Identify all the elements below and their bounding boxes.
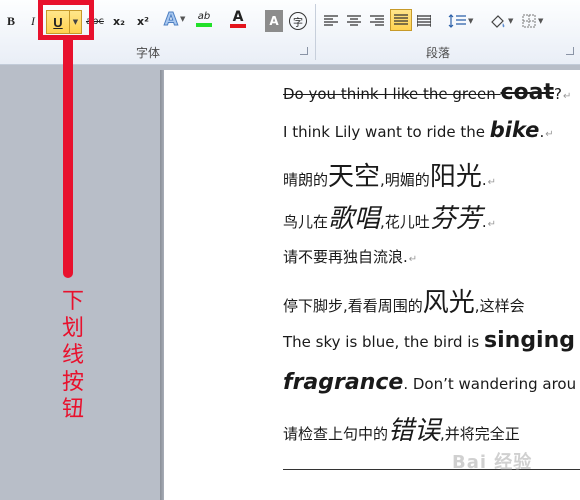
enclose-char-button[interactable]: 字 <box>288 10 308 32</box>
emphasis-word: 风光 <box>422 288 475 318</box>
font-dialog-launcher-icon[interactable] <box>300 47 308 55</box>
align-right-button[interactable] <box>368 10 386 32</box>
emphasis-word: 阳光 <box>429 162 482 192</box>
highlight-swatch <box>196 23 212 27</box>
doc-line-2[interactable]: I think Lily want to ride the bike.↵ <box>283 118 554 142</box>
doc-line-8[interactable]: fragrance. Don’t wandering arou <box>283 370 576 395</box>
text-segment: . <box>481 171 487 189</box>
font-color-icon: A <box>232 9 244 25</box>
highlight-frame <box>38 0 94 40</box>
emphasis-word: fragrance <box>283 370 404 395</box>
emphasis-word: 芬芳 <box>429 204 482 234</box>
borders-icon <box>522 14 536 28</box>
emphasis-word: coat <box>500 80 555 105</box>
doc-line-4[interactable]: 鸟儿在歌唱,花儿吐芬芳.↵ <box>283 198 496 235</box>
align-right-icon <box>370 15 384 26</box>
highlighter-icon: ab <box>197 11 211 22</box>
text-segment: . <box>481 213 487 231</box>
text-segment: ,明媚的 <box>380 171 430 189</box>
text-segment: ,花儿吐 <box>380 213 430 231</box>
paragraph-mark-icon: ↵ <box>487 177 496 188</box>
text-effects-icon: A <box>164 8 179 30</box>
paragraph-group-label: 段落 <box>426 46 451 60</box>
emphasis-word: 天空 <box>328 162 381 192</box>
font-color-swatch <box>230 24 246 28</box>
line-spacing-icon <box>448 14 466 28</box>
pointer-line <box>63 40 73 278</box>
text-segment: . <box>539 123 545 141</box>
emphasis-word: 错误 <box>388 416 441 446</box>
highlight-color-button[interactable]: ab <box>195 8 213 30</box>
font-group-label: 字体 <box>136 46 161 60</box>
emphasis-word: singing <box>484 328 576 353</box>
chevron-down-icon: ▼ <box>508 17 514 25</box>
watermark-logo: Bai 经验 <box>452 452 533 473</box>
distributed-button[interactable] <box>415 10 433 32</box>
text-segment: I think Lily want to ride the <box>283 123 490 141</box>
char-shading-button[interactable]: A <box>265 10 283 32</box>
distributed-icon <box>417 15 431 27</box>
text-segment: . Don’t wandering arou <box>403 375 577 393</box>
subscript-button[interactable]: x₂ <box>110 10 128 32</box>
emphasis-word: bike <box>489 118 540 142</box>
paragraph-mark-icon: ↵ <box>487 219 496 230</box>
paragraph-dialog-launcher-icon[interactable] <box>566 47 574 55</box>
doc-line-5[interactable]: 请不要再独自流浪.↵ <box>283 246 417 267</box>
group-divider <box>315 4 316 60</box>
font-color-button[interactable]: A <box>229 8 247 30</box>
align-center-button[interactable] <box>345 10 363 32</box>
enclose-char-icon: 字 <box>289 12 307 30</box>
paragraph-mark-icon: ↵ <box>545 129 554 140</box>
align-left-button[interactable] <box>322 10 340 32</box>
text-segment: ,这样会 <box>474 297 525 315</box>
text-segment: 晴朗的 <box>283 171 329 189</box>
paint-bucket-icon <box>491 15 505 28</box>
justify-button[interactable] <box>390 9 412 31</box>
text-segment: 鸟儿在 <box>283 213 329 231</box>
chevron-down-icon: ▼ <box>468 17 474 25</box>
doc-line-9[interactable]: 请检查上句中的错误,并将完全正 <box>283 410 520 447</box>
text-segment: ,并将完全正 <box>440 425 520 443</box>
text-segment: ? <box>554 85 562 103</box>
line-spacing-button[interactable]: ▼ <box>448 10 473 32</box>
chevron-down-icon: ▼ <box>538 17 544 25</box>
horizontal-rule <box>283 469 580 470</box>
text-effects-button[interactable]: A ▼ <box>164 8 186 30</box>
bold-button[interactable]: B <box>2 10 20 32</box>
text-segment: 停下脚步,看看周围的 <box>283 297 423 315</box>
chevron-down-icon: ▼ <box>179 15 186 23</box>
paragraph-mark-icon: ↵ <box>408 254 418 265</box>
shading-button[interactable]: ▼ <box>490 10 513 32</box>
text-segment: 请不要再独自流浪. <box>283 248 408 266</box>
doc-line-6[interactable]: 停下脚步,看看周围的风光,这样会 <box>283 282 525 319</box>
borders-button[interactable]: ▼ <box>522 10 543 32</box>
strike-text: Do you think I like the green <box>283 85 501 103</box>
emphasis-word: 歌唱 <box>328 204 381 234</box>
superscript-button[interactable]: x² <box>134 10 152 32</box>
text-segment: The sky is blue, the bird is <box>283 333 485 351</box>
align-center-icon <box>347 15 361 26</box>
doc-line-7[interactable]: The sky is blue, the bird is singing <box>283 328 575 353</box>
document-page[interactable]: Do you think I like the green coat?↵ I t… <box>164 70 580 500</box>
paragraph-mark-icon: ↵ <box>563 91 572 102</box>
doc-line-3[interactable]: 晴朗的天空,明媚的阳光.↵ <box>283 156 496 193</box>
doc-line-1[interactable]: Do you think I like the green coat?↵ <box>283 80 571 105</box>
justify-icon <box>394 14 408 25</box>
align-left-icon <box>324 15 338 26</box>
annotation-label: 下划线按钮 <box>61 289 84 422</box>
text-segment: 请检查上句中的 <box>283 425 389 443</box>
